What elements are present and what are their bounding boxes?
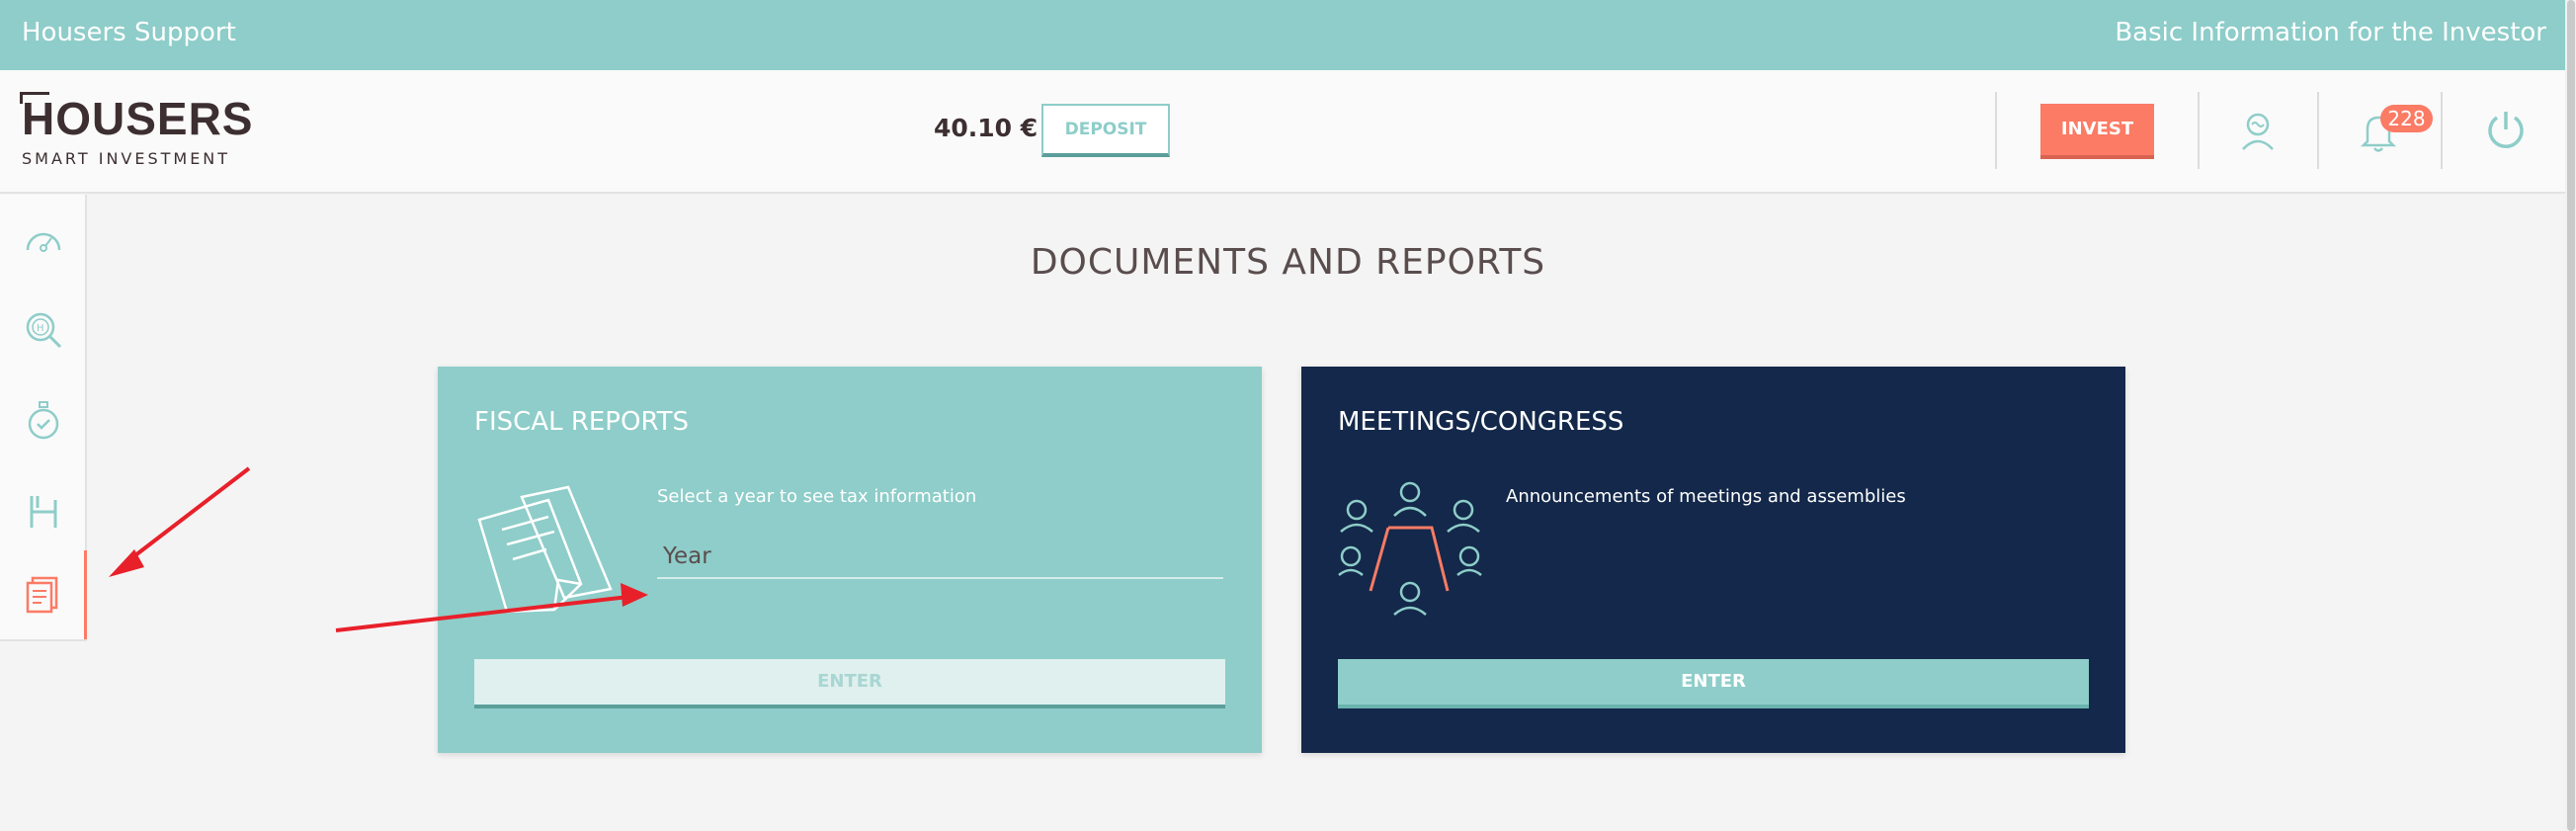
- fiscal-description: Select a year to see tax information: [657, 486, 977, 507]
- divider: [2441, 92, 2443, 169]
- housers-logo[interactable]: HOUSERS SMART INVESTMENT: [20, 92, 254, 168]
- stopwatch-check-icon: [28, 401, 59, 440]
- sidebar-item-documents[interactable]: [0, 550, 87, 639]
- meeting-table-icon: [1338, 481, 1482, 616]
- account-balance: 40.10 €: [934, 114, 1039, 142]
- top-bar: Housers Support Basic Information for th…: [0, 0, 2576, 70]
- card-title: FISCAL REPORTS: [474, 407, 690, 437]
- meetings-enter-button[interactable]: ENTER: [1338, 659, 2089, 708]
- documents-icon: [26, 576, 57, 614]
- meetings-description: Announcements of meetings and assemblies: [1506, 486, 1906, 507]
- svg-text:H: H: [37, 323, 44, 334]
- annotation-arrow-sidebar: [121, 466, 251, 567]
- logo-tagline: SMART INVESTMENT: [22, 149, 231, 168]
- fiscal-enter-button[interactable]: ENTER: [474, 659, 1225, 708]
- divider: [1995, 92, 1997, 169]
- user-profile-icon[interactable]: [2241, 112, 2275, 155]
- sidebar-item-investments[interactable]: [0, 376, 87, 465]
- logo-brand: HOUSERS: [22, 93, 254, 144]
- scrollbar-thumb[interactable]: [2567, 0, 2575, 831]
- meetings-congress-card: MEETINGS/CONGRESS Announcements of meeti…: [1301, 367, 2125, 753]
- document-illustration-icon: [477, 485, 613, 614]
- search-properties-icon: H: [26, 312, 62, 349]
- invest-button[interactable]: INVEST: [2040, 104, 2154, 159]
- page-title: DOCUMENTS AND REPORTS: [1030, 242, 1546, 283]
- sidebar-item-search[interactable]: H: [0, 286, 87, 374]
- logo-mark: [20, 92, 49, 104]
- power-icon[interactable]: [2485, 108, 2527, 155]
- notification-badge: 228: [2380, 105, 2433, 132]
- support-title[interactable]: Housers Support: [22, 18, 236, 47]
- sidebar-item-housers[interactable]: [0, 467, 87, 556]
- divider: [2317, 92, 2319, 169]
- investor-info-title[interactable]: Basic Information for the Investor: [2115, 18, 2546, 47]
- divider: [2198, 92, 2200, 169]
- card-title: MEETINGS/CONGRESS: [1338, 407, 1624, 437]
- year-input[interactable]: [657, 535, 1223, 579]
- housers-h-icon: [30, 496, 57, 528]
- header: HOUSERS SMART INVESTMENT 40.10 € DEPOSIT…: [0, 70, 2576, 194]
- fiscal-reports-card: FISCAL REPORTS Select a year to see tax …: [438, 367, 1262, 753]
- deposit-button[interactable]: DEPOSIT: [1041, 104, 1170, 157]
